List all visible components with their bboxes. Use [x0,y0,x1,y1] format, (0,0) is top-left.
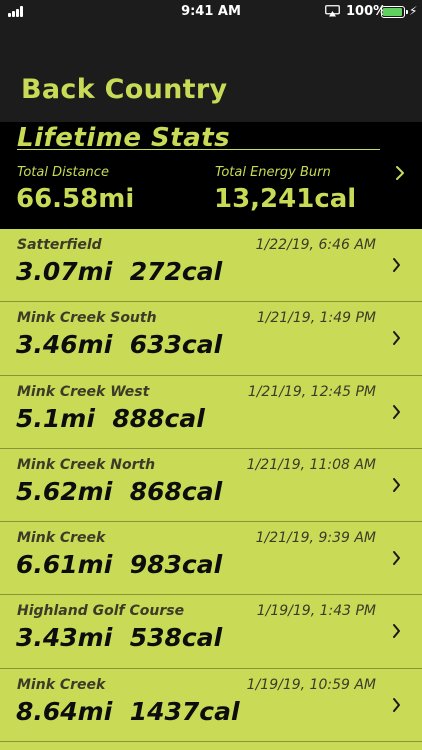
route-stats: 3.07mi 272cal [16,257,223,286]
route-stats: 5.1mi 888cal [16,403,205,433]
route-row[interactable]: Mink Creek West 1/21/19, 12:45 PM 5.1mi 88… [0,376,422,449]
route-row[interactable]: Mink Creek 1/19/19, 10:59 AM 8.64mi 1437ca… [0,669,422,743]
route-date: 1/22/19, 6:46 AM [255,237,376,253]
chevron-right-icon[interactable] [393,162,407,184]
status-bar: 9:41 AM 100% ⚡︎ [0,0,422,24]
chevron-right-icon[interactable] [390,621,403,641]
route-name: Highland Golf Course [17,603,185,620]
route-date: 1/21/19, 1:49 PM [256,310,376,327]
route-list: Satterfield 1/22/19, 6:46 AM 3.07mi 272cal… [0,229,422,743]
lifetime-divider [17,149,380,150]
airplay-icon [325,5,340,17]
charging-bolt-icon: ⚡︎ [409,4,418,18]
total-energy-value: 13,241cal [214,184,357,214]
chevron-right-icon[interactable] [390,328,403,348]
route-stats: 8.64mi 1437cal [16,696,240,726]
total-distance-value: 66.58mi [16,184,135,214]
route-date: 1/21/19, 12:45 PM [247,383,376,400]
chevron-right-icon[interactable] [390,402,403,422]
route-stats: 6.61mi 983cal [16,550,223,580]
route-date: 1/19/19, 10:59 AM [246,676,376,693]
route-name: Satterfield [17,237,102,253]
route-row[interactable]: Mink Creek South 1/21/19, 1:49 PM 3.46mi 6… [0,302,422,376]
route-date: 1/19/19, 1:43 PM [256,603,376,620]
battery-nub [406,10,408,14]
battery-fill [383,8,402,16]
route-name: Mink Creek [17,676,106,693]
chevron-right-icon[interactable] [390,255,403,275]
nav-bar: Back Country [0,24,422,122]
page-title: Back Country [21,74,228,105]
total-distance-label: Total Distance [17,165,109,180]
route-name: Mink Creek West [17,383,150,400]
route-stats: 5.62mi 868cal [16,476,223,506]
route-row[interactable]: Satterfield 1/22/19, 6:46 AM 3.07mi 272cal [0,229,422,303]
total-energy-label: Total Energy Burn [215,165,331,180]
route-name: Mink Creek [17,530,106,547]
route-row[interactable]: Mink Creek 1/21/19, 9:39 AM 6.61mi 983cal [0,522,422,596]
route-stats: 3.43mi 538cal [16,623,223,653]
chevron-right-icon[interactable] [390,475,403,495]
route-row[interactable]: Mink Creek North 1/21/19, 11:08 AM 5.62mi … [0,449,422,523]
chevron-right-icon[interactable] [390,695,403,715]
route-date: 1/21/19, 9:39 AM [255,530,376,547]
chevron-right-icon[interactable] [390,548,403,568]
route-row[interactable]: Highland Golf Course 1/19/19, 1:43 PM 3.43… [0,595,422,669]
battery-icon [381,6,408,18]
route-date: 1/21/19, 11:08 AM [246,456,376,473]
route-name: Mink Creek South [17,310,157,327]
route-stats: 3.46mi 633cal [16,330,223,360]
lifetime-stats-card[interactable]: Lifetime Stats Total Distance 66.58mi To… [0,122,422,229]
route-name: Mink Creek North [17,456,156,473]
